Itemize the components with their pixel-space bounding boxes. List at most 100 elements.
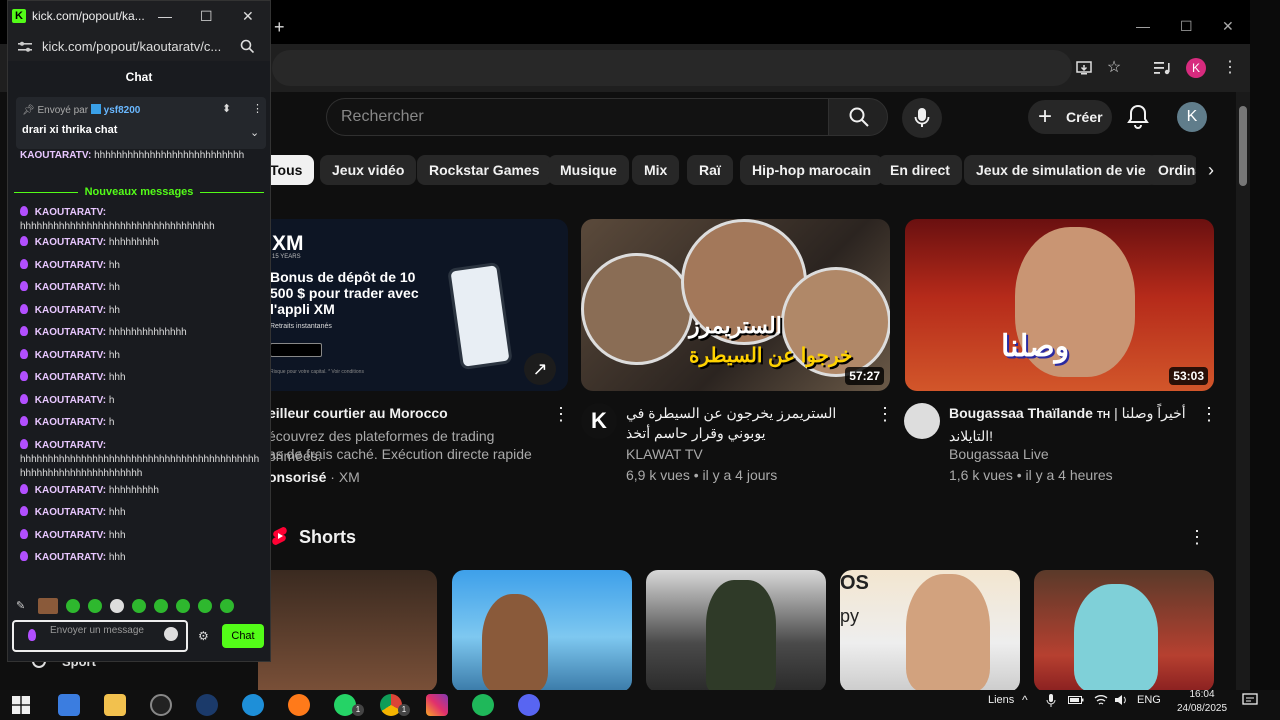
scrollbar-thumb[interactable] <box>1239 106 1247 186</box>
channel-avatar[interactable] <box>904 403 940 439</box>
maximize-button[interactable]: ☐ <box>1180 18 1193 34</box>
chat-username[interactable]: KAOUTARATV: <box>35 305 106 316</box>
minimize-button[interactable]: — <box>1136 18 1150 34</box>
chip-rockstar-games[interactable]: Rockstar Games <box>417 155 552 185</box>
zoom-search-icon[interactable] <box>240 39 254 53</box>
popout-close-button[interactable]: ✕ <box>242 8 254 24</box>
tray-overflow-chevron-icon[interactable]: ^ <box>1022 694 1028 707</box>
channel-avatar[interactable]: K <box>581 403 617 439</box>
emote-icon[interactable] <box>198 599 212 613</box>
voice-search-button[interactable] <box>902 98 942 138</box>
chat-username[interactable]: KAOUTARATV: <box>20 150 91 161</box>
chat-username[interactable]: KAOUTARATV: <box>35 417 106 428</box>
firefox-app-icon[interactable] <box>288 694 310 716</box>
chip-rai[interactable]: Raï <box>687 155 733 185</box>
windows-start-icon[interactable] <box>12 696 30 714</box>
chip-live[interactable]: En direct <box>878 155 962 185</box>
chip-music[interactable]: Musique <box>548 155 629 185</box>
chat-settings-gear-icon[interactable]: ⚙ <box>198 629 209 643</box>
browser-menu-icon[interactable]: ⋮ <box>1218 56 1242 80</box>
address-bar[interactable] <box>272 50 1072 86</box>
chat-username[interactable]: KAOUTARATV: <box>35 440 106 451</box>
steam-app-icon[interactable] <box>196 694 218 716</box>
chat-username[interactable]: KAOUTARATV: <box>35 260 106 271</box>
notifications-bell-icon[interactable] <box>1126 104 1150 130</box>
obs-app-icon[interactable] <box>150 694 172 716</box>
short-thumbnail[interactable] <box>646 570 826 692</box>
system-clock[interactable]: 16:04 24/08/2025 <box>1172 688 1232 716</box>
chat-username[interactable]: KAOUTARATV: <box>35 485 106 496</box>
chat-username[interactable]: KAOUTARATV: <box>35 207 106 218</box>
chat-username[interactable]: KAOUTARATV: <box>35 282 106 293</box>
shorts-more-options-icon[interactable]: ⋮ <box>1188 527 1206 547</box>
popout-maximize-button[interactable]: ☐ <box>200 8 213 24</box>
emote-icon[interactable] <box>88 599 102 613</box>
chat-username[interactable]: KAOUTARATV: <box>35 237 106 248</box>
chat-username[interactable]: KAOUTARATV: <box>35 507 106 518</box>
site-settings-icon[interactable] <box>18 41 32 53</box>
links-toolbar[interactable]: Liens <box>988 694 1014 707</box>
popout-url-bar[interactable]: kick.com/popout/kaoutaratv/c... <box>8 31 270 61</box>
emoji-picker-icon[interactable] <box>164 627 178 641</box>
page-scrollbar[interactable] <box>1236 92 1250 690</box>
notifications-icon[interactable] <box>1242 692 1258 712</box>
chat-username[interactable]: KAOUTARATV: <box>35 530 106 541</box>
pinned-message[interactable]: 📌︎ Envoyé par ysf8200 drari xi thrika ch… <box>16 97 266 149</box>
video-more-options-icon[interactable]: ⋮ <box>1200 404 1218 424</box>
emote-icon[interactable] <box>154 599 168 613</box>
video-title[interactable]: Bougassaa Thaïlande TH أخيراً وصلنا | ال… <box>949 403 1189 446</box>
emote-icon[interactable] <box>132 599 146 613</box>
search-button[interactable] <box>828 98 888 136</box>
battery-icon[interactable] <box>1068 694 1084 710</box>
wifi-icon[interactable] <box>1094 694 1108 710</box>
profile-avatar[interactable]: K <box>1186 58 1206 78</box>
send-chat-button[interactable]: Chat <box>222 624 264 648</box>
ad-more-options-icon[interactable]: ⋮ <box>552 404 570 424</box>
chip-moroccan-hiphop[interactable]: Hip-hop marocain <box>740 155 884 185</box>
media-control-icon[interactable] <box>1150 56 1174 80</box>
short-thumbnail[interactable] <box>452 570 632 692</box>
store-app-icon[interactable] <box>58 694 80 716</box>
file-explorer-icon[interactable] <box>104 694 126 716</box>
chip-life-simulation-games[interactable]: Jeux de simulation de vie <box>964 155 1158 185</box>
close-button[interactable]: ✕ <box>1222 18 1234 34</box>
create-button[interactable]: + Créer <box>1028 100 1112 134</box>
chat-username[interactable]: KAOUTARATV: <box>35 372 106 383</box>
expand-chevron-down-icon[interactable]: ⌄ <box>250 127 259 139</box>
emote-feather-icon[interactable]: ✎ <box>16 599 25 612</box>
search-input[interactable]: Rechercher <box>326 98 828 136</box>
chip-mix[interactable]: Mix <box>632 155 680 185</box>
bookmark-star-icon[interactable]: ☆ <box>1102 56 1126 80</box>
video-thumbnail[interactable]: الستريمرز خرجوا عن السيطرة 57:27 <box>581 219 890 391</box>
edge-app-icon[interactable] <box>242 694 264 716</box>
chip-video-games[interactable]: Jeux vidéo <box>320 155 417 185</box>
unpin-icon[interactable]: ⬍ <box>222 103 231 115</box>
chat-username[interactable]: KAOUTARATV: <box>35 552 106 563</box>
video-title[interactable]: الستريمرز يخرجون عن السيطرة في يوبوني وق… <box>626 403 868 443</box>
volume-icon[interactable] <box>1114 694 1128 710</box>
input-language[interactable]: ENG <box>1137 694 1161 707</box>
chat-message-input[interactable]: Envoyer un message <box>12 620 188 652</box>
channel-name[interactable]: KLAWAT TV <box>626 444 703 464</box>
instagram-app-icon[interactable] <box>426 694 448 716</box>
emote-face-icon[interactable] <box>38 598 58 614</box>
whatsapp-web-app-icon[interactable] <box>472 694 494 716</box>
chat-username[interactable]: KAOUTARATV: <box>35 350 106 361</box>
short-thumbnail[interactable] <box>1034 570 1214 692</box>
pinned-username[interactable]: ysf8200 <box>104 105 141 116</box>
short-thumbnail[interactable] <box>258 570 437 692</box>
emote-icon[interactable] <box>176 599 190 613</box>
pinned-options-icon[interactable]: ⋮ <box>252 103 263 115</box>
ad-thumbnail[interactable]: XM 15 YEARS Bonus de dépôt de 10 500 $ p… <box>258 219 568 391</box>
open-link-arrow-icon[interactable]: ↗ <box>524 353 556 385</box>
new-tab-button[interactable]: + <box>274 17 285 37</box>
emote-icon[interactable] <box>220 599 234 613</box>
emote-icon[interactable] <box>110 599 124 613</box>
channel-name[interactable]: Bougassaa Live <box>949 444 1049 464</box>
discord-app-icon[interactable] <box>518 694 540 716</box>
chat-username[interactable]: KAOUTARATV: <box>35 395 106 406</box>
tray-microphone-icon[interactable] <box>1046 694 1056 712</box>
account-avatar[interactable]: K <box>1177 102 1207 132</box>
ad-title[interactable]: eilleur courtier au Morocco <box>268 403 548 423</box>
chip-computers[interactable]: Ordina <box>1146 155 1198 185</box>
